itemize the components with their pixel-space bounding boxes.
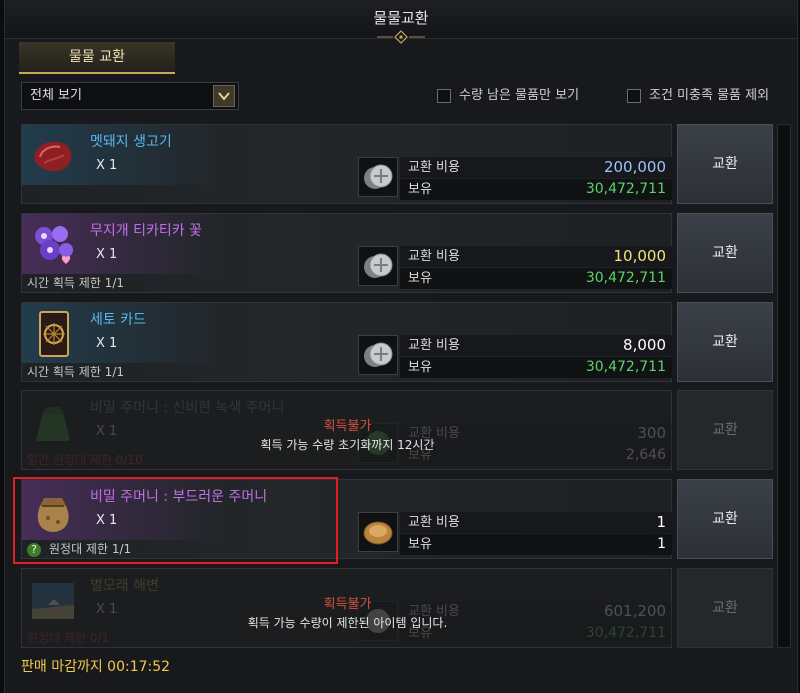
item-limit: 일간 원정대 제한 0/10 — [27, 453, 143, 467]
filter-selected-value: 전체 보기 — [30, 88, 82, 103]
cost-value: 8,000 — [623, 336, 666, 354]
owned-value: 30,472,711 — [585, 270, 666, 286]
list-scrollbar[interactable] — [777, 124, 791, 648]
cost-label: 교환 비용 — [408, 249, 460, 264]
sale-deadline: 판매 마감까지 00:17:52 — [21, 659, 171, 675]
cost-panel: 교환 비용 200,000 보유 30,472,711 — [400, 157, 672, 201]
unavailable-title: 획득불가 — [323, 597, 372, 612]
flower-icon — [28, 220, 78, 270]
list-item: 멧돼지 생고기 X 1 교환 비용 200,000 보유 30,472,711 … — [21, 124, 773, 204]
cost-panel: 교환 비용 8,000 보유 30,472,711 — [400, 335, 672, 379]
window-title: 물물교환 — [373, 9, 429, 27]
cost-label: 교환 비용 — [408, 338, 460, 353]
exchange-button[interactable]: 교환 — [677, 124, 773, 204]
item-card: 멧돼지 생고기 X 1 교환 비용 200,000 보유 30,472,711 — [21, 124, 672, 204]
checkbox-exclude-unmet[interactable]: 조건 미충족 물품 제외 — [627, 88, 769, 104]
cost-line: 교환 비용 10,000 — [400, 246, 672, 267]
cost-panel: 교환 비용 1 보유 1 — [400, 512, 672, 556]
unavailable-title: 획득불가 — [323, 419, 372, 434]
bread-icon — [358, 512, 398, 552]
card-icon — [28, 309, 78, 359]
item-card: 세토 카드 X 1 시간 획득 제한 1/1 교환 비용 8,000 보유 30… — [21, 302, 672, 382]
item-name: 별모래 해변 — [90, 578, 159, 594]
checkbox-box[interactable] — [437, 88, 451, 103]
item-card: 무지개 티카티카 꽃 X 1 시간 획득 제한 1/1 교환 비용 10,000 — [21, 213, 672, 293]
list-item: 별모래 해변 X 1 원정대 제한 0/1 교환 비용 601,200 보유 3… — [21, 568, 773, 648]
owned-label: 보유 — [408, 537, 432, 552]
checkbox-box[interactable] — [627, 88, 641, 103]
list-item: 세토 카드 X 1 시간 획득 제한 1/1 교환 비용 8,000 보유 30… — [21, 302, 773, 382]
item-card: 비밀 주머니 : 신비한 녹색 주머니 X 1 일간 원정대 제한 0/10 교… — [21, 390, 672, 470]
cost-value: 1 — [656, 513, 666, 531]
item-limit: 원정대 제한 0/1 — [27, 631, 110, 645]
owned-value: 30,472,711 — [585, 181, 666, 197]
silver-coin-icon — [358, 246, 398, 286]
item-limit: 시간 획득 제한 1/1 — [27, 276, 124, 290]
exchange-button-disabled: 교환 — [677, 390, 773, 470]
checkbox-label: 수량 남은 물품만 보기 — [459, 88, 580, 103]
unavailable-message: 획득불가 획득 가능 수량이 제한된 아이템 입니다. — [22, 593, 673, 631]
item-quantity: X 1 — [96, 336, 118, 351]
list-item: 무지개 티카티카 꽃 X 1 시간 획득 제한 1/1 교환 비용 10,000 — [21, 213, 773, 293]
owned-label: 보유 — [408, 182, 432, 197]
checkbox-label: 조건 미충족 물품 제외 — [649, 88, 770, 103]
unavailable-message: 획득불가 획득 가능 수량 초기화까지 12시간 — [22, 415, 673, 453]
barter-window: 물물교환 물물 교환 전체 보기 수량 남은 물품만 보기 조건 미충족 물품 … — [4, 0, 798, 693]
silver-coin-icon — [358, 335, 398, 375]
cost-label: 교환 비용 — [408, 160, 460, 175]
title-ornament-icon — [377, 30, 425, 44]
filter-select[interactable]: 전체 보기 — [21, 82, 239, 110]
item-limit: 시간 획득 제한 1/1 — [27, 365, 124, 379]
owned-line: 보유 30,472,711 — [400, 357, 672, 378]
unavailable-detail: 획득 가능 수량이 제한된 아이템 입니다. — [247, 616, 448, 630]
cost-value: 10,000 — [613, 247, 667, 265]
owned-value: 30,472,711 — [585, 359, 666, 375]
chevron-down-icon[interactable] — [213, 85, 235, 107]
selection-highlight — [13, 477, 338, 564]
cost-label: 교환 비용 — [408, 515, 460, 530]
owned-line: 보유 1 — [400, 534, 672, 555]
cost-value: 200,000 — [603, 158, 666, 176]
exchange-button-disabled: 교환 — [677, 568, 773, 648]
unavailable-detail: 획득 가능 수량 초기화까지 12시간 — [260, 438, 435, 452]
checkbox-remaining-only[interactable]: 수량 남은 물품만 보기 — [437, 88, 579, 104]
item-list: 멧돼지 생고기 X 1 교환 비용 200,000 보유 30,472,711 … — [21, 122, 773, 650]
silver-coin-icon — [358, 157, 398, 197]
item-quantity: X 1 — [96, 247, 118, 262]
exchange-button[interactable]: 교환 — [677, 302, 773, 382]
item-card: 별모래 해변 X 1 원정대 제한 0/1 교환 비용 601,200 보유 3… — [21, 568, 672, 648]
owned-line: 보유 30,472,711 — [400, 268, 672, 289]
owned-label: 보유 — [408, 360, 432, 375]
item-name: 멧돼지 생고기 — [90, 134, 172, 150]
exchange-button[interactable]: 교환 — [677, 479, 773, 559]
item-quantity: X 1 — [96, 158, 118, 173]
owned-label: 보유 — [408, 271, 432, 286]
item-name: 비밀 주머니 : 신비한 녹색 주머니 — [90, 400, 285, 416]
cost-line: 교환 비용 1 — [400, 512, 672, 533]
exchange-button[interactable]: 교환 — [677, 213, 773, 293]
cost-line: 교환 비용 8,000 — [400, 335, 672, 356]
item-name: 세토 카드 — [90, 312, 146, 328]
list-item: 비밀 주머니 : 신비한 녹색 주머니 X 1 일간 원정대 제한 0/10 교… — [21, 390, 773, 470]
title-bar: 물물교환 — [5, 0, 797, 44]
cost-panel: 교환 비용 10,000 보유 30,472,711 — [400, 246, 672, 290]
owned-line: 보유 30,472,711 — [400, 179, 672, 200]
cost-line: 교환 비용 200,000 — [400, 157, 672, 178]
owned-value: 1 — [657, 536, 666, 552]
item-name: 무지개 티카티카 꽃 — [90, 223, 202, 239]
meat-icon — [28, 131, 78, 181]
tab-barter[interactable]: 물물 교환 — [19, 42, 175, 74]
